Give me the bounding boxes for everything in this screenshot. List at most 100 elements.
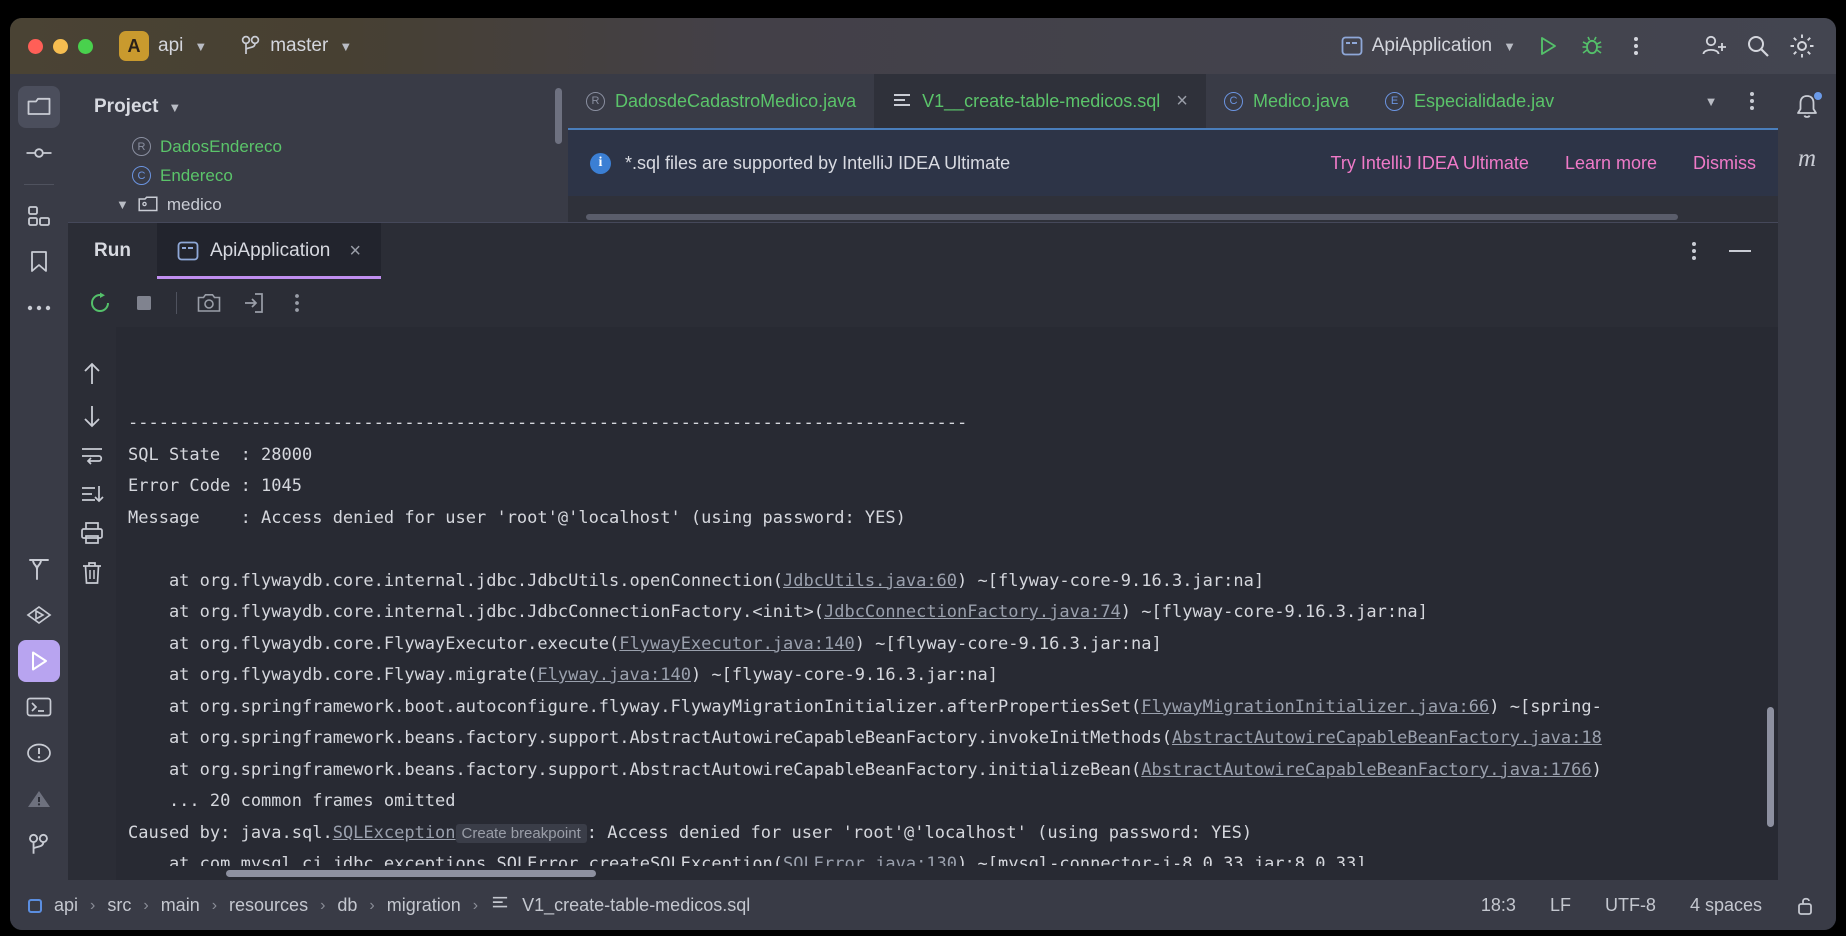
breadcrumb-file-name[interactable]: V1_create-table-medicos.sql xyxy=(522,895,750,916)
git-branch-icon xyxy=(29,833,48,854)
debug-button[interactable] xyxy=(1572,26,1612,66)
scroll-down-icon[interactable] xyxy=(81,403,103,429)
project-pane-header[interactable]: Project ▼ xyxy=(68,74,568,118)
console-text: ... 20 common frames omitted xyxy=(128,791,456,811)
caret-position[interactable]: 18:3 xyxy=(1481,895,1516,916)
console-text: at org.springframework.beans.factory.sup… xyxy=(128,728,1172,748)
screenshot-button[interactable] xyxy=(189,283,229,323)
editor-tab-especialidade[interactable]: E Especialidade.jav xyxy=(1367,74,1572,128)
structure-tool-button[interactable] xyxy=(18,195,60,237)
breadcrumb-item[interactable]: main xyxy=(161,895,200,916)
stacktrace-link[interactable]: FlywayMigrationInitializer.java:66 xyxy=(1141,697,1489,717)
close-run-tab-icon[interactable]: × xyxy=(349,240,361,263)
console-horizontal-scrollbar[interactable] xyxy=(226,870,596,877)
show-hidden-tabs-button[interactable]: ▼ xyxy=(1690,81,1730,121)
breadcrumb-item[interactable]: migration xyxy=(387,895,461,916)
notifications-button[interactable] xyxy=(1786,86,1828,128)
tree-item[interactable]: ▼ medico xyxy=(82,190,568,219)
run-tab-apiapplication[interactable]: ApiApplication × xyxy=(156,223,382,279)
console-area: ----------------------------------------… xyxy=(68,327,1778,880)
editor-tab-bar: R DadosdeCadastroMedico.java V1__create-… xyxy=(568,74,1778,128)
maven-tool-button[interactable]: m xyxy=(1786,138,1828,180)
export-button[interactable] xyxy=(233,283,273,323)
problems-tool-button[interactable] xyxy=(18,732,60,774)
breadcrumb-item[interactable]: api xyxy=(54,895,78,916)
run-configuration-selector[interactable]: ApiApplication ▼ xyxy=(1341,35,1516,57)
stacktrace-link[interactable]: JdbcConnectionFactory.java:74 xyxy=(824,602,1121,622)
breadcrumb-item[interactable]: resources xyxy=(229,895,308,916)
record-class-icon: R xyxy=(586,91,605,111)
stacktrace-link[interactable]: JdbcUtils.java:60 xyxy=(783,571,957,591)
scroll-to-end-icon[interactable] xyxy=(80,483,104,505)
terminal-tool-button[interactable] xyxy=(18,686,60,728)
editor-tab-v1-create-table-medicos[interactable]: V1__create-table-medicos.sql × xyxy=(874,74,1206,128)
line-separator[interactable]: LF xyxy=(1550,895,1571,916)
maximize-window-button[interactable] xyxy=(78,38,93,54)
run-icon xyxy=(32,651,47,671)
stacktrace-link[interactable]: SQLException xyxy=(333,823,456,843)
tree-item[interactable]: R DadosEndereco xyxy=(82,132,568,161)
minimize-window-button[interactable] xyxy=(53,38,68,54)
breadcrumb: api › src › main › resources › db › migration › V1_c… xyxy=(28,895,750,916)
run-window-options-button[interactable] xyxy=(1674,231,1714,271)
editor-tab-dadosdecadastromedico[interactable]: R DadosdeCadastroMedico.java xyxy=(568,74,874,128)
warnings-tool-button[interactable] xyxy=(18,778,60,820)
stacktrace-link[interactable]: FlywayExecutor.java:140 xyxy=(619,634,854,654)
breadcrumb-item[interactable]: src xyxy=(107,895,131,916)
run-config-icon xyxy=(1341,36,1363,56)
chevron-down-icon: ▼ xyxy=(1704,93,1718,109)
clear-all-icon[interactable] xyxy=(81,561,103,585)
try-ultimate-link[interactable]: Try IntelliJ IDEA Ultimate xyxy=(1331,153,1529,174)
learn-more-link[interactable]: Learn more xyxy=(1565,153,1657,174)
stop-button[interactable] xyxy=(124,283,164,323)
dismiss-link[interactable]: Dismiss xyxy=(1693,153,1756,174)
info-icon: i xyxy=(590,152,611,174)
console-more-button[interactable] xyxy=(277,283,317,323)
print-icon[interactable] xyxy=(80,521,104,545)
stacktrace-link[interactable]: AbstractAutowireCapableBeanFactory.java:… xyxy=(1172,728,1602,748)
unlocked-icon[interactable] xyxy=(1796,895,1818,917)
breadcrumb-item[interactable]: db xyxy=(337,895,357,916)
project-tool-button[interactable] xyxy=(18,86,60,128)
version-control-tool-button[interactable] xyxy=(18,824,60,866)
more-vertical-icon xyxy=(1692,242,1696,260)
class-icon: C xyxy=(132,166,151,185)
more-actions-button[interactable] xyxy=(1616,26,1656,66)
indent-setting[interactable]: 4 spaces xyxy=(1690,895,1762,916)
console-text: at org.flywaydb.core.internal.jdbc.JdbcU… xyxy=(128,570,784,591)
console-vertical-scrollbar[interactable] xyxy=(1767,707,1774,827)
project-pane-scrollbar[interactable] xyxy=(555,88,562,144)
editor-tab-medico[interactable]: C Medico.java xyxy=(1206,74,1367,128)
more-tool-windows-button[interactable] xyxy=(18,287,60,329)
build-tool-button[interactable] xyxy=(18,548,60,590)
minimize-run-window-button[interactable] xyxy=(1720,231,1760,271)
close-tab-icon[interactable]: × xyxy=(1176,90,1188,113)
run-tool-button[interactable] xyxy=(18,640,60,682)
editor-horizontal-scrollbar[interactable] xyxy=(586,214,1678,220)
rerun-button[interactable] xyxy=(80,283,120,323)
close-window-button[interactable] xyxy=(28,38,43,54)
add-account-button[interactable] xyxy=(1694,26,1734,66)
settings-button[interactable] xyxy=(1782,26,1822,66)
search-everywhere-button[interactable] xyxy=(1738,26,1778,66)
commit-icon xyxy=(26,148,52,158)
console-text: ) xyxy=(1591,759,1602,780)
console-output[interactable]: ----------------------------------------… xyxy=(116,327,1778,880)
run-button[interactable] xyxy=(1528,26,1568,66)
console-text: Message : Access denied for user 'root'@… xyxy=(128,507,906,528)
stacktrace-link[interactable]: Flyway.java:140 xyxy=(537,665,691,685)
tree-item[interactable]: C Endereco xyxy=(82,161,568,190)
console-line: Message : Access denied for user 'root'@… xyxy=(128,503,1778,535)
branch-selector[interactable]: master ▼ xyxy=(241,35,352,57)
services-tool-button[interactable] xyxy=(18,594,60,636)
stacktrace-link[interactable]: AbstractAutowireCapableBeanFactory.java:… xyxy=(1141,760,1591,780)
project-selector[interactable]: A api ▼ xyxy=(119,31,207,61)
create-breakpoint-hint[interactable]: Create breakpoint xyxy=(455,823,587,843)
editor-options-button[interactable] xyxy=(1732,81,1772,121)
commit-tool-button[interactable] xyxy=(18,132,60,174)
encoding[interactable]: UTF-8 xyxy=(1605,895,1656,916)
soft-wrap-icon[interactable] xyxy=(80,445,104,467)
minimize-icon xyxy=(1729,250,1751,252)
scroll-up-icon[interactable] xyxy=(81,361,103,387)
bookmarks-tool-button[interactable] xyxy=(18,241,60,283)
